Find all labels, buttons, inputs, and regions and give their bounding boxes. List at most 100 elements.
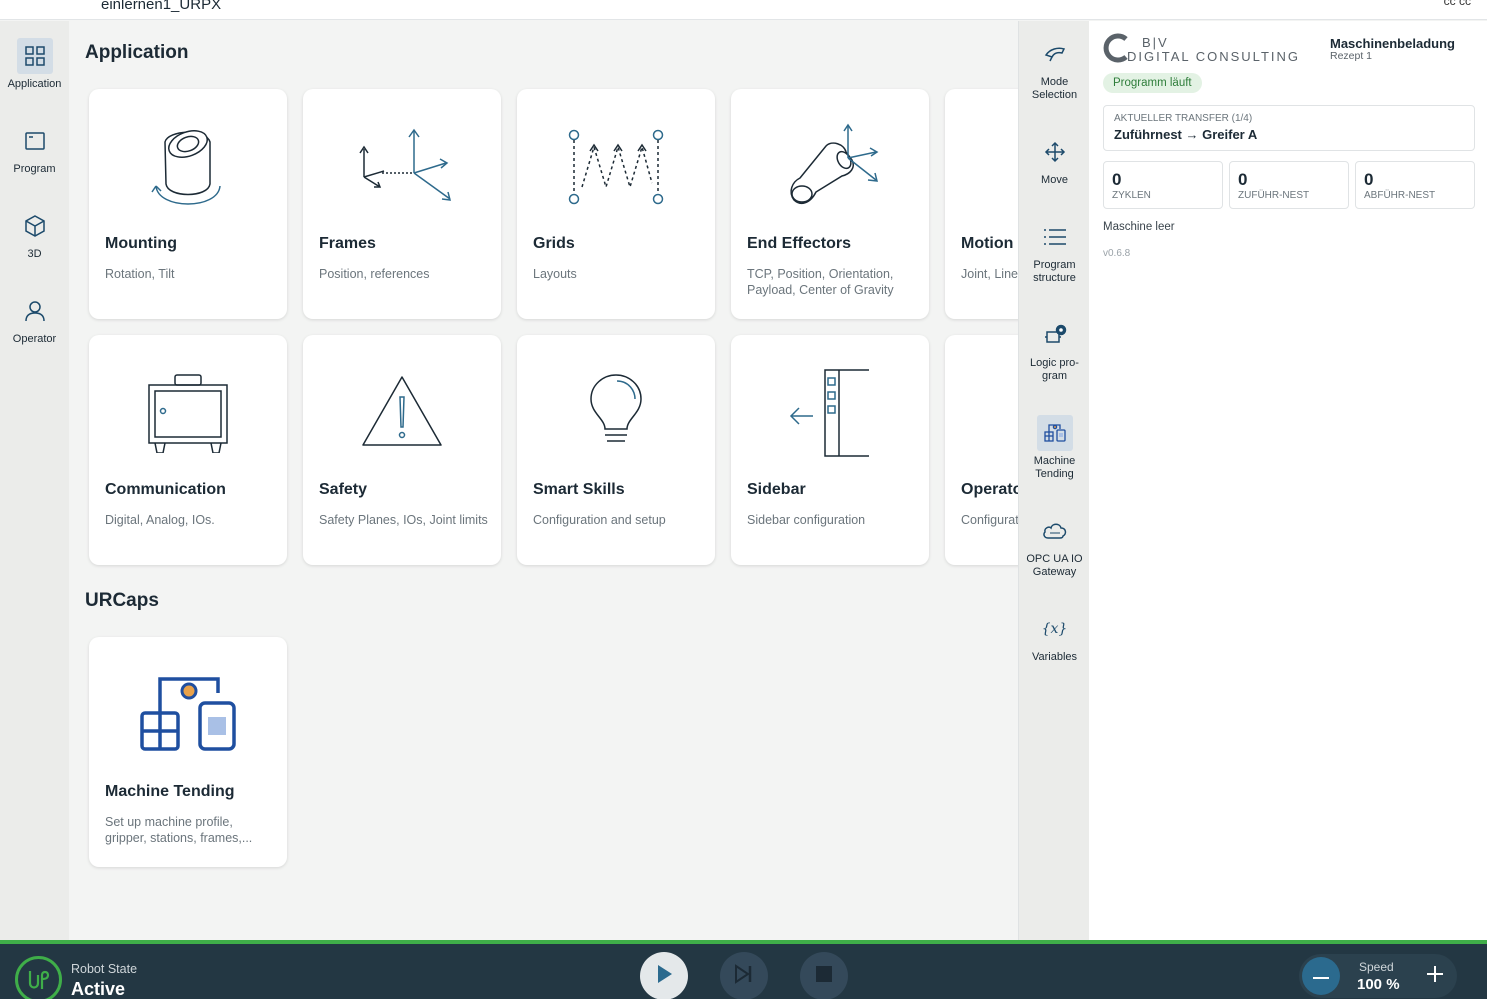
card-subtitle: Set up machine profile, gripper, station…	[105, 815, 253, 845]
tool-mode-selection[interactable]: Mode Selection	[1019, 36, 1090, 102]
card-subtitle: Joint, Linear	[961, 267, 1018, 281]
nav-label: Operator	[12, 333, 57, 345]
card-smart-skills[interactable]: Smart Skills Configuration and setup	[517, 335, 715, 565]
nav-label: 3D	[27, 248, 42, 260]
card-motion[interactable]: Motion Joint, Linear	[945, 89, 1018, 319]
stat-value: 0	[1112, 170, 1122, 189]
speed-decrease-button[interactable]	[1302, 957, 1340, 995]
nav-application[interactable]: Application	[0, 38, 69, 90]
nav-3d[interactable]: 3D	[0, 208, 69, 260]
bottom-status-bar: Robot State Active Speed 100 %	[0, 940, 1487, 999]
tool-label: Program structure	[1033, 259, 1076, 284]
stop-button[interactable]	[800, 952, 848, 999]
card-subtitle: Configuration and setup	[533, 513, 666, 527]
minus-icon	[1313, 967, 1329, 985]
tool-move[interactable]: Move	[1019, 134, 1090, 187]
tool-label: Mode Selection	[1031, 76, 1078, 101]
card-operator[interactable]: Operator Configuration of URCaps	[945, 335, 1018, 565]
panel-title: Maschinenbeladung	[1330, 36, 1455, 51]
grid-icon	[16, 38, 53, 74]
main-content: Application Mounting Rotation, Tilt Fram…	[69, 21, 1018, 940]
card-title: Safety	[319, 481, 368, 498]
card-end-effectors[interactable]: End Effectors TCP, Position, Orientation…	[731, 89, 929, 319]
speed-control: Speed 100 %	[1299, 954, 1457, 998]
version-label: v0.6.8	[1103, 248, 1131, 259]
stat-value: 0	[1364, 170, 1374, 189]
card-subtitle: TCP, Position, Orientation, Payload, Cen…	[747, 267, 894, 297]
tool-label: Logic pro- gram	[1030, 357, 1079, 382]
card-machine-tending[interactable]: Machine Tending Set up machine profile, …	[89, 637, 287, 867]
card-mounting[interactable]: Mounting Rotation, Tilt	[89, 89, 287, 319]
logo-text: DIGITAL CONSULTING	[1127, 49, 1300, 64]
lightbulb-icon	[517, 353, 715, 473]
tool-logic-program[interactable]: Logic pro- gram	[1019, 317, 1090, 383]
card-subtitle: Digital, Analog, IOs.	[105, 513, 215, 527]
title-bar: einlernen1_URPX cc cc	[0, 0, 1487, 20]
tool-label: Move	[1041, 174, 1068, 186]
machine-status: Maschine leer	[1103, 221, 1175, 233]
card-subtitle: Sidebar configuration	[747, 513, 866, 527]
card-subtitle: Configuration of URCaps	[961, 513, 1018, 527]
stat-label: ABFÜHR-NEST	[1364, 190, 1436, 201]
play-button[interactable]	[640, 952, 688, 999]
stat-label: ZUFÜHR-NEST	[1238, 190, 1310, 201]
stat-label: ZYKLEN	[1112, 190, 1151, 201]
card-title: Mounting	[105, 235, 177, 252]
tool-opc-ua-gateway[interactable]: OPC UA IO Gateway	[1019, 513, 1090, 579]
step-forward-icon	[733, 963, 755, 989]
transfer-label: AKTUELLER TRANSFER (1/4)	[1114, 113, 1253, 124]
nav-label: Program	[13, 163, 56, 175]
speed-increase-button[interactable]	[1416, 957, 1454, 995]
machine-tending-icon	[89, 655, 287, 775]
card-sidebar[interactable]: Sidebar Sidebar configuration	[731, 335, 929, 565]
card-subtitle: Layouts	[533, 267, 577, 281]
card-title: Sidebar	[747, 481, 806, 498]
nav-program[interactable]: Program	[0, 123, 69, 175]
play-icon	[654, 963, 674, 990]
cube-icon	[17, 208, 53, 244]
step-button[interactable]	[720, 952, 768, 999]
card-title: Frames	[319, 235, 376, 252]
status-badge: Programm läuft	[1103, 73, 1202, 93]
frames-axes-icon	[303, 107, 501, 227]
tool-label: OPC UA IO Gateway	[1026, 553, 1083, 578]
card-subtitle: Position, references	[319, 267, 430, 281]
title-bar-right-text: cc cc	[1443, 0, 1471, 8]
card-communication[interactable]: Communication Digital, Analog, IOs.	[89, 335, 287, 565]
window-title: einlernen1_URPX	[101, 0, 222, 13]
logic-icon	[1037, 317, 1073, 353]
card-grids[interactable]: Grids Layouts	[517, 89, 715, 319]
current-transfer-box: AKTUELLER TRANSFER (1/4) Zuführnest → Gr…	[1103, 105, 1475, 151]
mode-icon	[1037, 36, 1073, 72]
move-arrows-icon	[1037, 134, 1073, 170]
machine-loading-panel: B|V DIGITAL CONSULTING Maschinenbeladung…	[1089, 21, 1487, 940]
card-subtitle: Rotation, Tilt	[105, 267, 175, 281]
nav-label: Application	[7, 78, 62, 90]
left-navigation: Application Program 3D Operator	[0, 21, 69, 940]
tool-variables[interactable]: {x} Variables	[1019, 611, 1090, 664]
tool-label: Machine Tending	[1033, 455, 1076, 480]
nav-operator[interactable]: Operator	[0, 293, 69, 345]
card-safety[interactable]: Safety Safety Planes, IOs, Joint limits	[303, 335, 501, 565]
tool-machine-tending[interactable]: Machine Tending	[1019, 415, 1090, 481]
sidebar-panel-icon	[731, 353, 929, 473]
tool-program-structure[interactable]: Program structure	[1019, 219, 1090, 285]
machine-tending-icon	[1036, 415, 1073, 451]
card-frames[interactable]: Frames Position, references	[303, 89, 501, 319]
card-title: Smart Skills	[533, 481, 625, 498]
robot-base-icon	[89, 107, 287, 227]
urcaps-heading: URCaps	[85, 590, 159, 611]
card-title: Motion	[961, 235, 1014, 252]
person-icon	[17, 293, 53, 329]
stat-cycles: 0 ZYKLEN	[1103, 161, 1223, 209]
cloud-icon	[1037, 513, 1073, 549]
right-toolbar: Mode Selection Move Program structure Lo…	[1018, 21, 1089, 940]
variables-icon: {x}	[1041, 621, 1068, 637]
card-title: Grids	[533, 235, 575, 252]
robot-state-value: Active	[71, 979, 126, 999]
logo-text: B|V	[1142, 35, 1169, 50]
stat-feed-nest: 0 ZUFÜHR-NEST	[1229, 161, 1349, 209]
ur-logo-icon	[15, 956, 62, 999]
transfer-value: Zuführnest → Greifer A	[1114, 127, 1258, 142]
stat-output-nest: 0 ABFÜHR-NEST	[1355, 161, 1475, 209]
